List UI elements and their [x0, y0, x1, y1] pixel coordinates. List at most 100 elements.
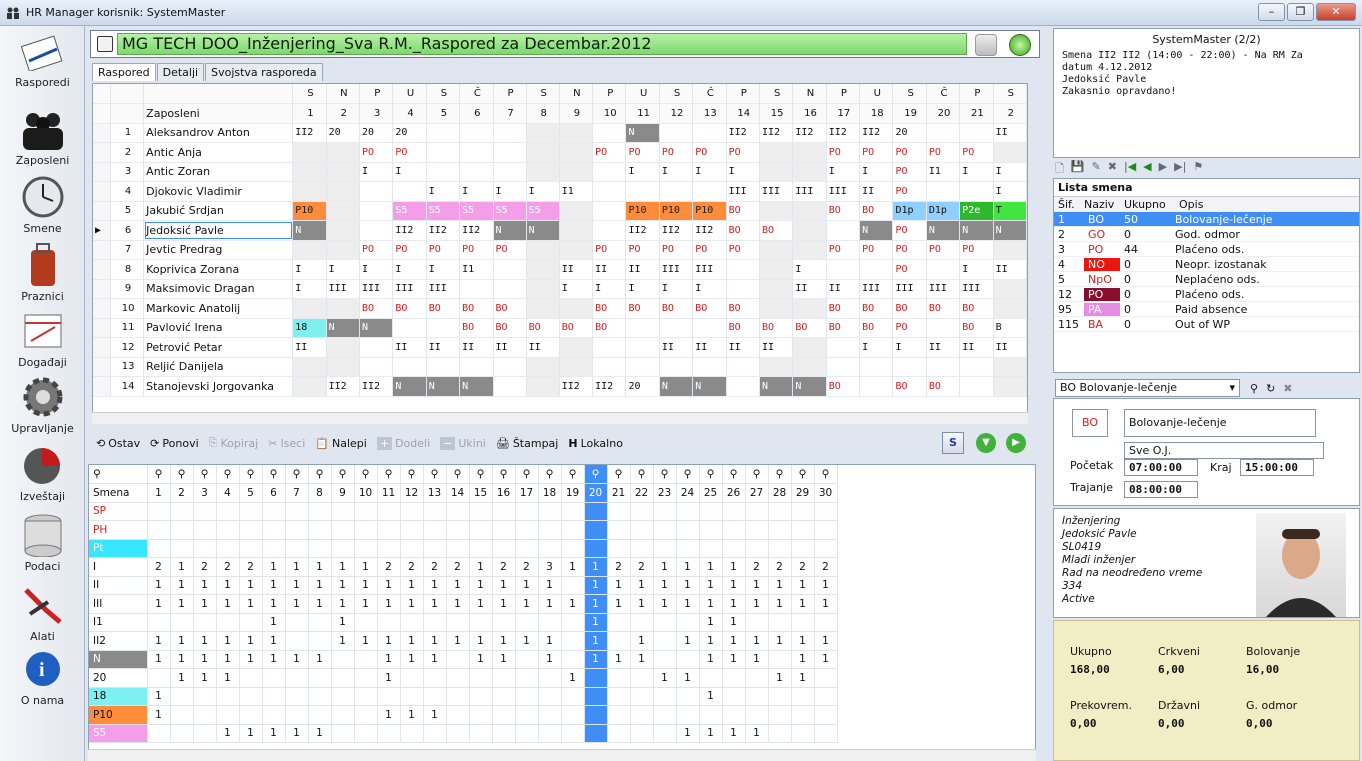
shift-cell[interactable]: PO [659, 142, 694, 163]
shift-count[interactable] [492, 520, 516, 540]
shift-cell[interactable]: I [993, 162, 1027, 182]
shift-count[interactable] [584, 668, 608, 688]
shift-count[interactable]: 1 [768, 594, 792, 614]
search-icon[interactable]: ⚲ [653, 465, 677, 484]
shift-cell[interactable] [559, 142, 594, 163]
shift-count[interactable] [607, 687, 631, 706]
shift-cell[interactable]: PO [426, 240, 461, 260]
save-icon[interactable]: 💾 [1071, 160, 1085, 178]
shift-count[interactable] [170, 724, 194, 743]
shift-count[interactable]: 1 [377, 631, 401, 651]
shift-cell[interactable]: I [426, 181, 461, 202]
shift-count[interactable] [308, 668, 332, 688]
search-icon[interactable]: ⚲ [446, 465, 470, 484]
paste-button[interactable]: 📋 Nalepi [315, 437, 367, 450]
shift-count[interactable] [170, 613, 194, 632]
shift-cell[interactable] [292, 240, 327, 260]
shift-cell[interactable]: BO [759, 220, 794, 241]
employee-row[interactable]: 13 Reljić Danijela [93, 357, 1027, 377]
search-icon[interactable]: ⚲ [193, 465, 217, 484]
shift-count[interactable]: 1 [423, 594, 447, 614]
shift-cell[interactable] [459, 162, 494, 182]
shift-code[interactable]: S5 [89, 724, 148, 743]
shift-cell[interactable]: II2 [592, 376, 627, 397]
shift-count[interactable] [400, 724, 424, 743]
shift-cell[interactable]: BO [592, 318, 627, 338]
search-icon[interactable]: ⚲ [630, 465, 654, 484]
shift-cell[interactable] [792, 337, 827, 358]
shift-count[interactable] [561, 520, 585, 540]
shift-cell[interactable]: D1p [926, 201, 961, 221]
shift-count[interactable] [515, 539, 539, 558]
search-icon[interactable]: ⚲ [423, 465, 447, 484]
shift-count[interactable] [538, 668, 562, 688]
shift-cell[interactable] [859, 357, 894, 377]
shift-cell[interactable] [292, 162, 327, 182]
shift-count[interactable] [193, 502, 217, 521]
shift-count[interactable]: 1 [239, 594, 263, 614]
shift-count[interactable] [630, 724, 654, 743]
shift-count[interactable] [147, 502, 171, 521]
shift-count[interactable]: 1 [193, 594, 217, 614]
shift-count[interactable] [446, 539, 470, 558]
shift-cell[interactable]: 20 [625, 376, 660, 397]
shift-cell[interactable]: II [559, 259, 594, 280]
shift-count[interactable]: 1 [653, 668, 677, 688]
shift-cell[interactable]: P10 [692, 201, 727, 221]
shift-count[interactable]: 1 [745, 650, 769, 669]
shift-cell[interactable]: P10 [292, 201, 327, 221]
shift-cell[interactable] [625, 318, 660, 338]
shift-code[interactable]: N [89, 650, 148, 669]
shift-cell[interactable] [692, 357, 727, 377]
shift-count[interactable] [653, 650, 677, 669]
shift-count[interactable] [676, 650, 700, 669]
shift-cell[interactable] [559, 201, 594, 221]
shift-cell[interactable]: II2 [826, 123, 861, 143]
shift-cell[interactable] [526, 376, 560, 397]
shift-cell[interactable]: BO [926, 376, 961, 397]
shift-count[interactable] [768, 539, 792, 558]
shift-count[interactable]: 1 [515, 594, 539, 614]
shift-count[interactable]: 1 [262, 576, 286, 595]
shift-count[interactable] [814, 705, 838, 725]
shift-cell[interactable]: I [426, 259, 461, 280]
search-icon[interactable]: ⚲ [722, 465, 746, 484]
shift-cell[interactable]: 20 [392, 123, 427, 143]
shift-cell[interactable]: II2 [659, 220, 694, 241]
shift-cell[interactable]: S5 [392, 201, 427, 221]
shift-cell[interactable]: II2 [559, 376, 594, 397]
shift-cell[interactable] [759, 162, 794, 182]
shift-count[interactable] [377, 613, 401, 632]
shift-count[interactable]: 1 [285, 557, 309, 577]
shift-count[interactable] [607, 631, 631, 651]
shift-count[interactable]: 1 [492, 594, 516, 614]
shift-count[interactable]: 1 [584, 631, 608, 651]
shift-cell[interactable]: III [426, 279, 461, 299]
shift-cell[interactable] [526, 123, 560, 143]
shift-count[interactable]: 1 [331, 631, 355, 651]
shift-count[interactable] [308, 687, 332, 706]
shift-cell[interactable] [993, 357, 1027, 377]
shift-count[interactable] [814, 724, 838, 743]
shift-cell[interactable] [659, 357, 694, 377]
clear-icon[interactable]: ✖ [1283, 382, 1292, 395]
shift-cell[interactable] [292, 376, 327, 397]
search-icon[interactable]: ⚲ [607, 465, 631, 484]
shift-cell[interactable] [792, 240, 827, 260]
shift-count[interactable] [515, 668, 539, 688]
shift-count[interactable]: 1 [239, 576, 263, 595]
shift-count[interactable]: 1 [676, 631, 700, 651]
shift-cell[interactable]: N [426, 376, 461, 397]
shift-cell[interactable] [692, 123, 727, 143]
shift-count[interactable]: 1 [377, 594, 401, 614]
shift-cell[interactable]: III [759, 181, 794, 202]
employee-row[interactable]: 12 Petrović Petar II II II II II II II II II II I I II… [93, 337, 1027, 358]
shift-cell[interactable]: PO [726, 142, 760, 163]
shift-count[interactable] [722, 502, 746, 521]
search-icon[interactable]: ⚲ [1250, 382, 1258, 395]
shift-count[interactable]: 1 [699, 613, 723, 632]
shift-count[interactable]: 1 [699, 650, 723, 669]
shift-cell[interactable] [592, 337, 627, 358]
shift-count[interactable] [239, 613, 263, 632]
shift-cell[interactable] [592, 181, 627, 202]
